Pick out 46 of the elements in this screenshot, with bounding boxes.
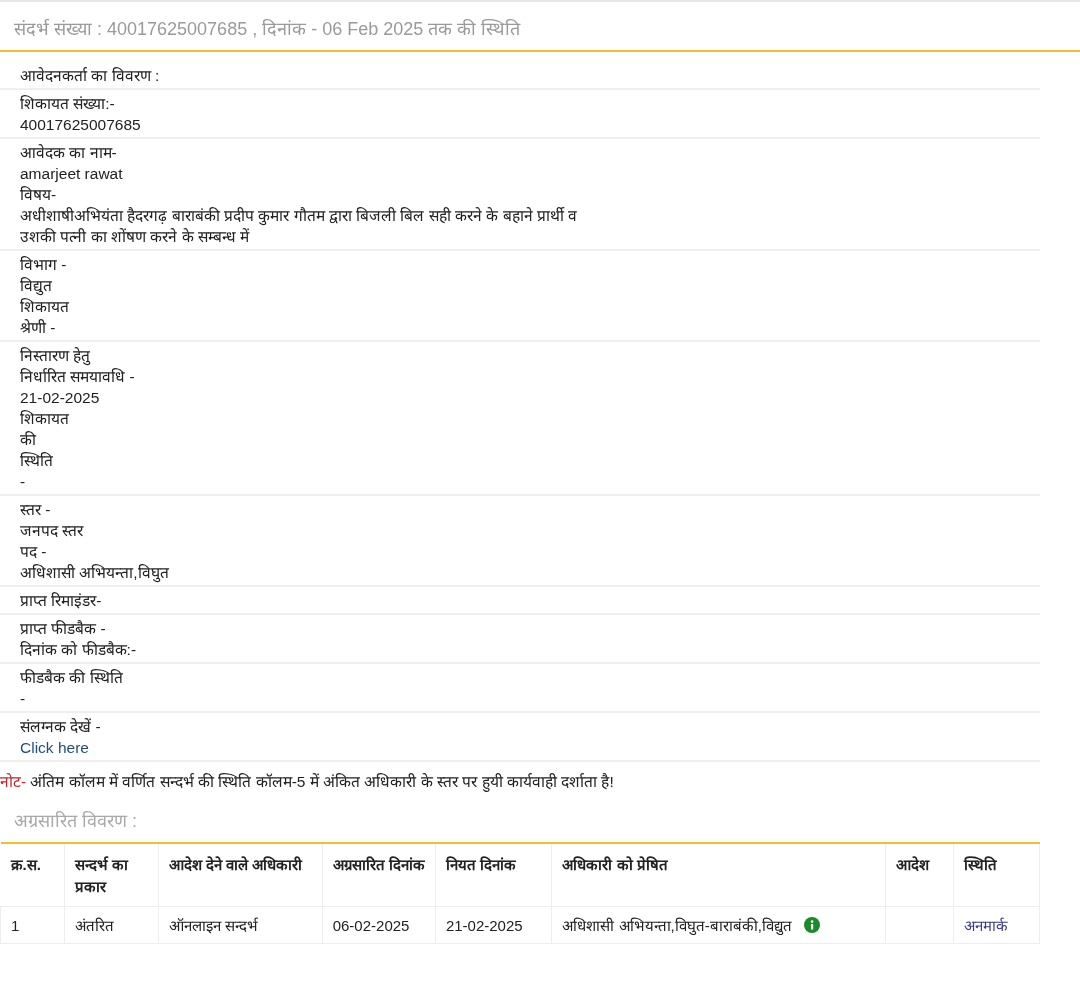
column-header: क्र.स. [0,843,65,907]
detail-text: की [20,430,38,450]
table-cell: ऑनलाइन सन्दर्भ [168,917,258,934]
column-header: आदेश देने वाले अधिकारी [158,843,323,907]
detail-text: अधीशाषीअभियंता हैदरगढ़ बाराबंकी प्रदीप कुमार गौतम द्वारा बिजली बिल सही करने के बहाने प्रार्थी व उशकी पत्नी का शोंषण करने के सम्बन्ध में [20,206,579,247]
detail-text: संलग्नक देखें - [20,717,102,737]
table-cell: अधिशासी अभियन्ता,विघुत-बाराबंकी,विद्युत [562,917,792,934]
table-cell: 21-02-2025 [445,916,523,934]
column-header: अग्रसारित दिनांक [322,843,436,907]
detail-text: amarjeet rawat [20,164,124,184]
detail-text: 40017625007685 [20,115,142,135]
section-heading: आवेदनकर्ता का विवरण : [20,66,161,86]
detail-text: शिकायत संख्या:- [20,94,116,114]
detail-text: प्राप्त फीडबैक - [20,619,107,639]
table-cell: 1 [11,916,20,934]
detail-text: - [20,472,27,492]
detail-text: 21-02-2025 [20,388,101,408]
section-heading: अग्रसारित विवरण : [13,810,138,833]
detail-text: शिकायत [20,409,70,429]
table-cell: 06-02-2025 [332,916,410,934]
detail-text: विषय- [20,185,58,205]
attachment-link[interactable]: Click here [20,737,89,758]
detail-text: - [20,689,27,709]
detail-text: श्रेणी - [20,318,57,338]
table-cell: अंतरित [74,917,114,934]
detail-text: विद्युत [20,276,53,296]
column-header: नियत दिनांक [435,843,552,907]
detail-text: पद - [20,542,48,562]
column-header: अधिकारी को प्रेषित [551,843,886,907]
detail-text: दिनांक को फीडबैक:- [20,640,138,660]
detail-text: फीडबैक की स्थिति [20,668,124,688]
detail-text: जनपद स्तर [20,521,85,541]
detail-text: शिकायत [20,297,70,317]
detail-text: स्थिति [20,451,54,471]
detail-text: आवेदक का नाम- [20,143,118,163]
column-header: आदेश [885,843,954,907]
detail-text: अधिशासी अभियन्ता,विघुत [20,563,170,583]
page-title: संदर्भ संख्या : 40017625007685 , दिनांक - 06 Feb 2025 तक की स्थिति [14,18,522,40]
detail-text: स्तर - [20,500,52,520]
detail-text: विभाग - [20,255,68,275]
column-header: स्थिति [953,843,1040,907]
column-header: सन्दर्भ का प्रकार [64,843,159,907]
note-text: नोट- अंतिम कॉलम में वर्णित सन्दर्भ की स्थिति कॉलम-5 में अंकित अधिकारी के स्तर पर हुयी कार्यवाही दर्शाता है! [0,772,615,794]
detail-text: निर्धारित समयावधि - [20,367,136,387]
detail-text: प्राप्त रिमाइंडर- [20,591,103,611]
detail-text: निस्तारण हेतु [20,346,92,366]
